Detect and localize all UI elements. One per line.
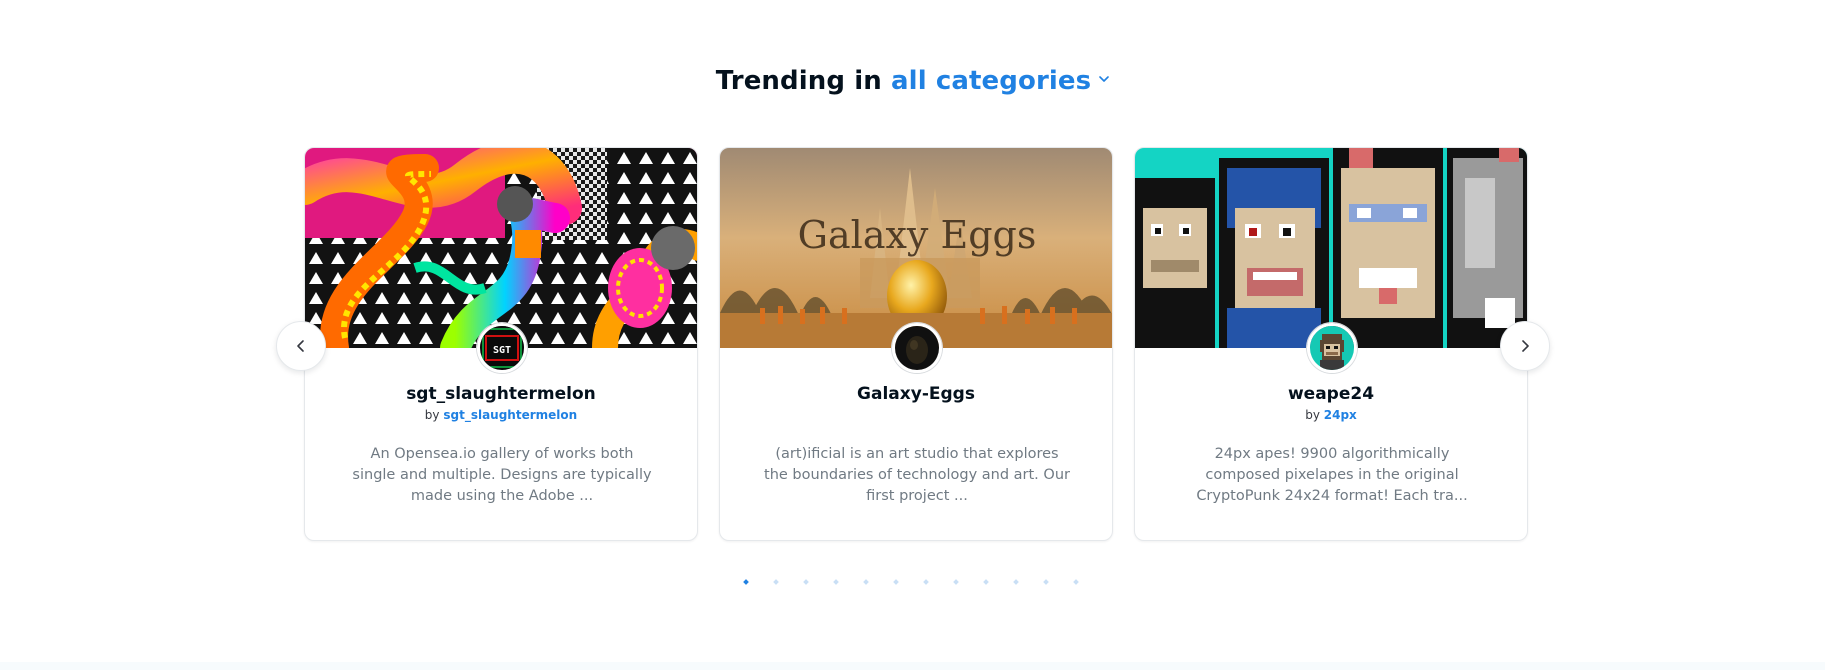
collection-creator: by sgt_slaughtermelon [424,408,578,422]
trending-heading: Trending in all categories [0,66,1825,96]
pagination-dot[interactable] [772,578,780,586]
collection-card[interactable]: Galaxy Eggs Galaxy-Eggs (art)ificial is … [719,147,1113,541]
carousel-pagination [742,578,1080,586]
carousel-prev-button[interactable] [276,321,326,371]
creator-link[interactable]: 24px [1324,408,1357,422]
collection-banner[interactable] [1135,148,1527,348]
collection-card[interactable]: SGT sgt_slaughtermelon by sgt_slaughterm… [304,147,698,541]
collection-card[interactable]: weape24 by 24px 24px apes! 9900 algorith… [1134,147,1528,541]
collection-description: 24px apes! 9900 algorithmically composed… [1196,446,1468,504]
collection-name[interactable]: sgt_slaughtermelon [305,384,697,404]
pagination-dot[interactable] [952,578,960,586]
pagination-dot[interactable] [892,578,900,586]
pagination-dot[interactable] [1012,578,1020,586]
collection-banner[interactable] [305,148,697,348]
creator-link[interactable]: sgt_slaughtermelon [443,408,577,422]
collection-avatar[interactable] [1307,323,1357,373]
svg-text:SGT: SGT [493,345,511,356]
category-dropdown[interactable]: all categories [891,66,1110,96]
collection-avatar[interactable] [892,323,942,373]
chevron-down-icon [1099,76,1110,82]
pagination-dot[interactable] [832,578,840,586]
collection-name[interactable]: weape24 [1135,384,1527,404]
pagination-dot[interactable] [742,578,750,586]
pagination-dot[interactable] [802,578,810,586]
pagination-dot[interactable] [862,578,870,586]
collection-name[interactable]: Galaxy-Eggs [720,384,1112,404]
carousel-next-button[interactable] [1500,321,1550,371]
svg-text:Galaxy Eggs: Galaxy Eggs [798,213,1037,257]
collection-banner[interactable]: Galaxy Eggs [720,148,1112,348]
heading-prefix: Trending in [715,66,882,96]
category-label: all categories [891,66,1092,96]
chevron-left-icon [297,340,304,352]
pagination-dot[interactable] [1042,578,1050,586]
collection-creator: by 24px [1305,408,1357,422]
pagination-dot[interactable] [982,578,990,586]
collection-description: (art)ificial is an art studio that explo… [764,446,1070,504]
pagination-dot[interactable] [922,578,930,586]
collection-description: An Opensea.io gallery of works both sing… [352,446,652,504]
pagination-dot[interactable] [1072,578,1080,586]
chevron-right-icon [1522,340,1529,352]
collection-avatar[interactable]: SGT [477,323,527,373]
section-divider [0,662,1825,670]
